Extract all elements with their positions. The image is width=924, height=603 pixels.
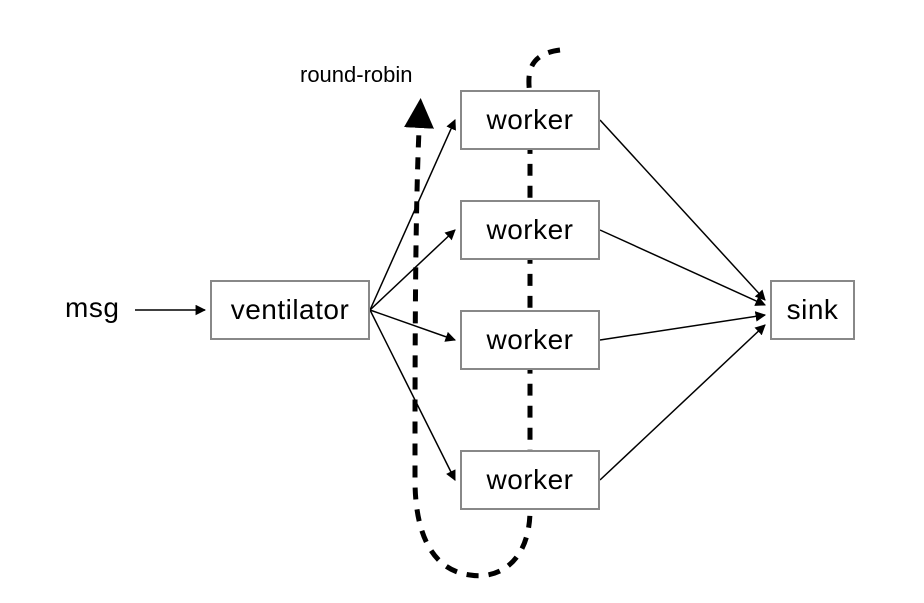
msg-text: msg <box>65 292 119 323</box>
edge-w1-sink <box>600 120 765 300</box>
edge-vent-w3 <box>370 310 455 340</box>
worker-node-1: worker <box>460 90 600 150</box>
worker-text: worker <box>486 214 573 246</box>
edge-vent-w1 <box>370 120 455 310</box>
sink-text: sink <box>787 294 839 326</box>
annotation-text: round-robin <box>300 62 413 87</box>
msg-label: msg <box>65 292 119 324</box>
worker-text: worker <box>486 324 573 356</box>
worker-node-3: worker <box>460 310 600 370</box>
round-robin-annotation: round-robin <box>300 62 413 88</box>
worker-node-4: worker <box>460 450 600 510</box>
edge-vent-w4 <box>370 310 455 480</box>
ventilator-text: ventilator <box>231 294 350 326</box>
sink-node: sink <box>770 280 855 340</box>
edge-w2-sink <box>600 230 765 305</box>
edge-w3-sink <box>600 315 765 340</box>
worker-node-2: worker <box>460 200 600 260</box>
worker-text: worker <box>486 104 573 136</box>
edge-w4-sink <box>600 325 765 480</box>
edge-vent-w2 <box>370 230 455 310</box>
ventilator-node: ventilator <box>210 280 370 340</box>
worker-text: worker <box>486 464 573 496</box>
